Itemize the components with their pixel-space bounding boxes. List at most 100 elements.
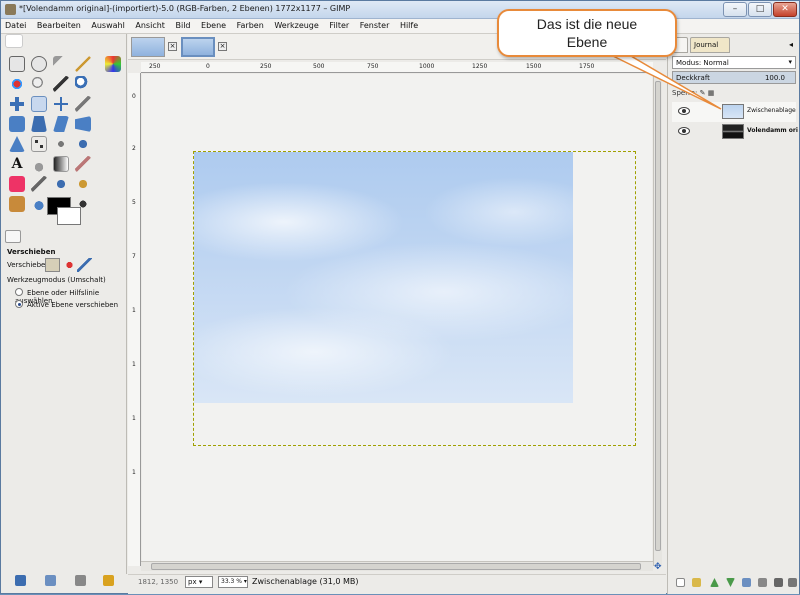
alpha-lock-icon[interactable]: ▦ bbox=[708, 89, 715, 97]
magic-wand-icon[interactable] bbox=[75, 56, 91, 72]
eye-icon[interactable] bbox=[678, 107, 690, 115]
vertical-ruler: 0 2 5 7 1 1 1 1 bbox=[128, 73, 141, 566]
menu-bearbeiten[interactable]: Bearbeiten bbox=[33, 19, 85, 32]
close-tab-icon[interactable]: × bbox=[168, 42, 177, 51]
cage-transform-icon[interactable] bbox=[31, 136, 47, 152]
zoom-icon[interactable] bbox=[75, 76, 91, 92]
rotate-icon[interactable] bbox=[9, 116, 25, 132]
rect-select-icon[interactable] bbox=[9, 56, 25, 72]
lock-label: Sperre: bbox=[672, 89, 698, 97]
layer-name: Volendamm ori bbox=[747, 127, 798, 134]
menu-ebene[interactable]: Ebene bbox=[197, 19, 230, 32]
new-layer-group-icon[interactable] bbox=[692, 578, 701, 587]
image-tab-thumbnail-active[interactable] bbox=[181, 37, 215, 57]
duplicate-layer-icon[interactable] bbox=[742, 578, 751, 587]
dock-tabs: Journal ◂ bbox=[668, 34, 800, 54]
ruler-label: 0 bbox=[132, 93, 136, 100]
layer-mode-select[interactable]: Modus: Normal ▾ bbox=[672, 56, 796, 69]
opacity-value: 100.0 bbox=[764, 74, 785, 82]
airbrush-icon[interactable] bbox=[31, 176, 47, 192]
menu-filter[interactable]: Filter bbox=[325, 19, 353, 32]
select-by-color-icon[interactable] bbox=[9, 76, 25, 92]
maximize-button[interactable]: □ bbox=[748, 2, 772, 17]
scale-icon[interactable] bbox=[31, 116, 47, 132]
callout-annotation: Das ist die neue Ebene bbox=[497, 9, 677, 57]
navigate-icon[interactable]: ✥ bbox=[654, 562, 664, 572]
crop-icon[interactable] bbox=[75, 96, 91, 112]
move-selection-mode-button[interactable] bbox=[62, 258, 77, 272]
bucket-fill-icon[interactable] bbox=[75, 136, 91, 152]
align-icon[interactable] bbox=[53, 96, 69, 112]
clone-icon[interactable] bbox=[75, 176, 91, 192]
bucket-icon[interactable] bbox=[31, 156, 47, 172]
horizontal-scrollbar[interactable] bbox=[141, 561, 653, 571]
lower-layer-icon[interactable] bbox=[726, 578, 735, 587]
menu-farben[interactable]: Farben bbox=[233, 19, 268, 32]
horizontal-scroll-thumb[interactable] bbox=[151, 563, 641, 570]
text-icon[interactable] bbox=[53, 136, 69, 152]
image-tab-thumbnail[interactable] bbox=[131, 37, 165, 57]
flip-icon[interactable] bbox=[9, 136, 25, 152]
vertical-scrollbar[interactable] bbox=[653, 73, 662, 566]
layer-row-clipboard[interactable]: Zwischenablage bbox=[672, 102, 796, 122]
restore-options-icon[interactable] bbox=[45, 575, 56, 586]
blur-icon[interactable] bbox=[31, 196, 47, 212]
menu-bild[interactable]: Bild bbox=[171, 19, 194, 32]
shear-icon[interactable] bbox=[53, 116, 69, 132]
layer-thumbnail bbox=[722, 124, 744, 139]
menu-fenster[interactable]: Fenster bbox=[356, 19, 394, 32]
save-options-icon[interactable] bbox=[15, 575, 26, 586]
new-layer-icon[interactable] bbox=[676, 578, 685, 587]
ink-icon[interactable] bbox=[53, 176, 69, 192]
move-tool-icon[interactable] bbox=[31, 96, 47, 112]
menu-datei[interactable]: Datei bbox=[1, 19, 30, 32]
color-palette-icon[interactable] bbox=[105, 56, 121, 72]
raise-layer-icon[interactable] bbox=[710, 578, 719, 587]
image-window: × × 250 0 250 500 750 1000 1250 1500 175… bbox=[128, 34, 666, 594]
brush-lock-icon[interactable]: ✎ bbox=[700, 89, 706, 97]
radio-move-active-layer[interactable]: Aktive Ebene verschieben bbox=[15, 300, 118, 309]
zoom-select[interactable]: 33.3 % ▾ bbox=[218, 576, 248, 588]
ruler-label: 250 bbox=[149, 63, 161, 70]
unit-select[interactable]: px ▾ bbox=[185, 576, 213, 588]
layers-bottom-bar bbox=[668, 575, 800, 591]
layer-row-original[interactable]: Volendamm ori bbox=[672, 122, 798, 142]
paths-icon[interactable] bbox=[9, 96, 25, 112]
close-button[interactable]: ✕ bbox=[773, 2, 797, 17]
reset-options-icon[interactable] bbox=[103, 575, 114, 586]
ellipse-select-icon[interactable] bbox=[31, 56, 47, 72]
delete-layer-icon[interactable] bbox=[788, 578, 797, 587]
eraser-icon[interactable] bbox=[9, 176, 25, 192]
lasso-icon[interactable] bbox=[53, 56, 69, 72]
journal-tab[interactable]: Journal bbox=[690, 37, 730, 53]
menu-werkzeuge[interactable]: Werkzeuge bbox=[270, 19, 322, 32]
move-layer-mode-button[interactable] bbox=[45, 258, 60, 272]
vertical-scroll-thumb[interactable] bbox=[655, 81, 661, 551]
heal-icon[interactable] bbox=[9, 196, 25, 212]
pencil-icon[interactable] bbox=[75, 156, 91, 172]
anchor-layer-icon[interactable] bbox=[758, 578, 767, 587]
delete-options-icon[interactable] bbox=[75, 575, 86, 586]
ruler-label: 1 bbox=[132, 307, 136, 314]
close-tab-icon[interactable]: × bbox=[218, 42, 227, 51]
foreground-select-icon[interactable] bbox=[53, 76, 69, 92]
opacity-slider[interactable]: Deckkraft 100.0 bbox=[672, 71, 796, 84]
tool-options-tab-icon[interactable] bbox=[5, 230, 21, 243]
ruler-label: 0 bbox=[206, 63, 210, 70]
text-tool-a-icon[interactable]: A bbox=[9, 156, 25, 172]
background-color-swatch[interactable] bbox=[57, 207, 81, 225]
merge-layer-icon[interactable] bbox=[774, 578, 783, 587]
perspective-icon[interactable] bbox=[75, 116, 91, 132]
radio-move-active-label: Aktive Ebene verschieben bbox=[27, 301, 119, 309]
dock-menu-icon[interactable]: ◂ bbox=[789, 40, 793, 49]
menu-auswahl[interactable]: Auswahl bbox=[87, 19, 128, 32]
eye-icon[interactable] bbox=[678, 127, 690, 135]
radio-button[interactable] bbox=[15, 288, 23, 296]
scissors-icon[interactable] bbox=[31, 76, 47, 92]
move-path-mode-button[interactable] bbox=[77, 258, 92, 272]
menu-ansicht[interactable]: Ansicht bbox=[131, 19, 169, 32]
gradient-icon[interactable] bbox=[53, 156, 69, 172]
menu-hilfe[interactable]: Hilfe bbox=[396, 19, 422, 32]
minimize-button[interactable]: – bbox=[723, 2, 747, 17]
radio-button-checked[interactable] bbox=[15, 300, 23, 308]
